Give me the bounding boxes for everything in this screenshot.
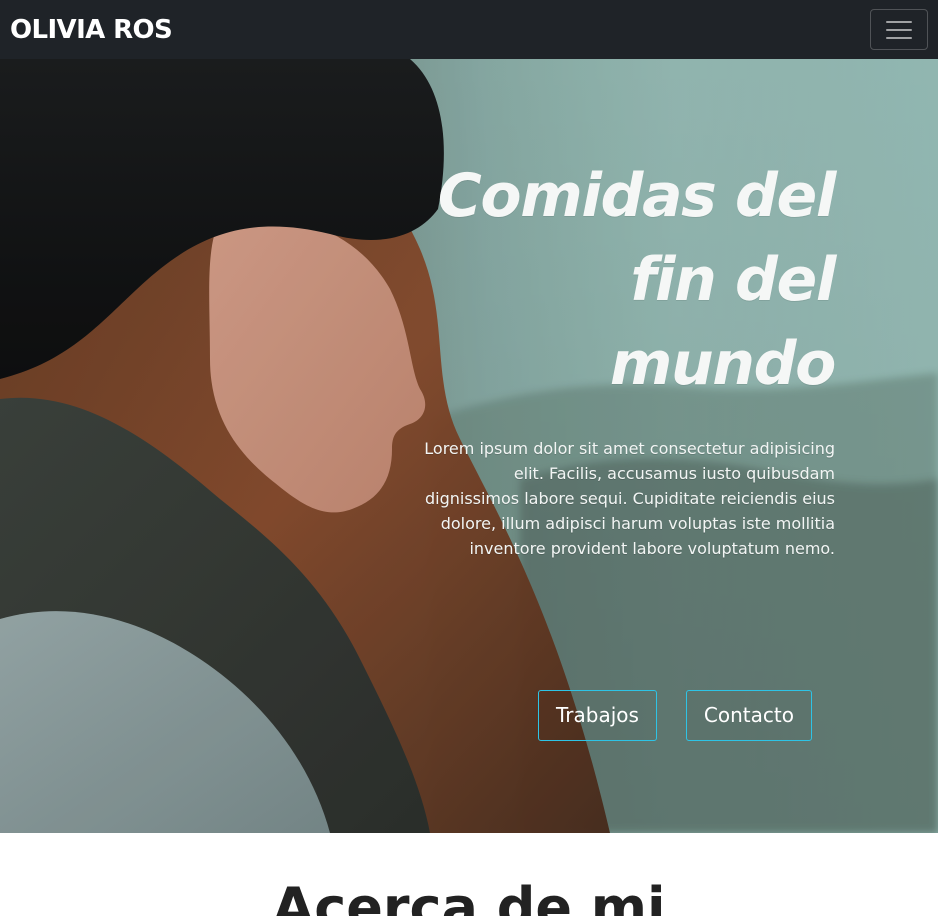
hero-title-line-3: mundo [609, 329, 837, 399]
hero-title-line-2: fin del [630, 245, 836, 315]
about-title: Acerca de mi [272, 876, 666, 916]
about-section: Acerca de mi [0, 833, 938, 916]
hamburger-icon [886, 20, 912, 39]
hero-title: Comidas del fin del mundo [420, 154, 837, 406]
hero-buttons: Trabajos Contacto [538, 690, 812, 741]
menu-toggle-button[interactable] [870, 9, 928, 50]
contact-button[interactable]: Contacto [685, 690, 812, 741]
hero-content: Comidas del fin del mundo Lorem ipsum do… [420, 154, 837, 561]
hero-section: Comidas del fin del mundo Lorem ipsum do… [0, 59, 938, 833]
top-navbar: OLIVIA ROS [0, 0, 938, 59]
works-button[interactable]: Trabajos [538, 690, 657, 741]
hero-title-line-1: Comidas del [437, 161, 837, 231]
hero-description: Lorem ipsum dolor sit amet consectetur a… [424, 439, 835, 558]
brand-logo[interactable]: OLIVIA ROS [10, 17, 173, 43]
